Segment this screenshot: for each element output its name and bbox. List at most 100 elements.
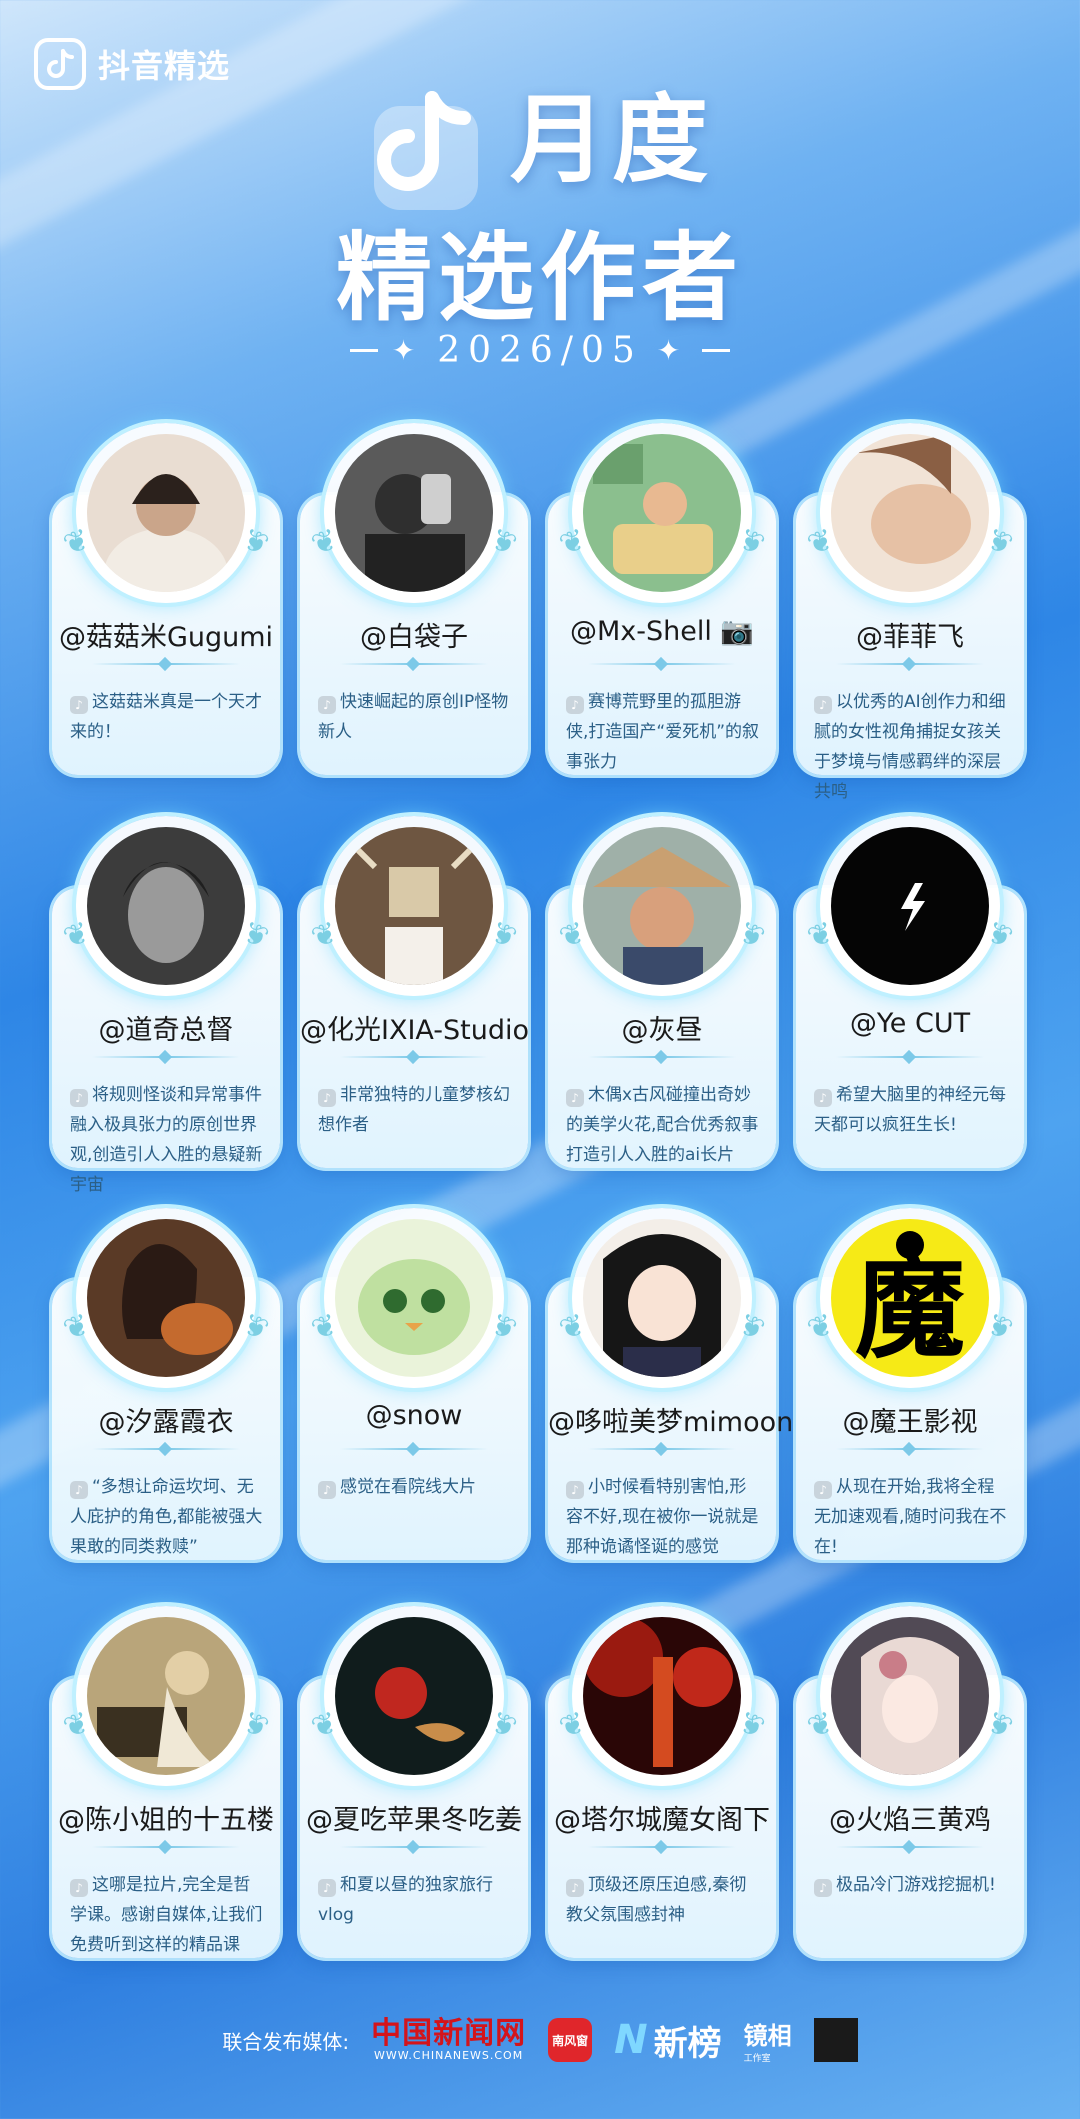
creator-name[interactable]: @Mx-Shell 📷 (548, 615, 776, 647)
avatar[interactable] (87, 1617, 245, 1775)
avatar[interactable] (87, 434, 245, 592)
divider-diamond-icon (901, 1441, 917, 1457)
avatar-frame: 魔 (820, 1208, 1000, 1388)
creator-card[interactable]: ❦ ❦ @道奇总督 ♪ 将规则怪谈和异常事件融入极具张力的原创世界观,创造引人入胜的悬疑… (52, 816, 280, 1195)
avatar-frame (572, 423, 752, 603)
creator-name[interactable]: @化光IXIA-Studio (300, 1008, 529, 1047)
douyin-small-icon: ♪ (814, 1481, 832, 1499)
avatar[interactable] (87, 1219, 245, 1377)
creator-name[interactable]: @snow (300, 1400, 528, 1431)
divider-diamond-icon (901, 656, 917, 672)
footer-label: 联合发布媒体: (222, 2029, 350, 2054)
creator-card[interactable]: ❦ ❦ @夏吃苹果冬吃姜 ♪ 和夏以昼的独家旅行vlog (300, 1606, 528, 1958)
avatar[interactable] (583, 434, 741, 592)
divider-diamond-icon (653, 1839, 669, 1855)
avatar[interactable] (335, 434, 493, 592)
creator-desc: ♪ 和夏以昼的独家旅行vlog (318, 1870, 514, 1930)
creator-card[interactable]: ❦ ❦ @菲菲飞 ♪ 以优秀的AI创作力和细腻的女性视角捕捉女孩关于梦境与情感羁绊的深层… (796, 423, 1024, 802)
divider-diamond-icon (405, 1441, 421, 1457)
avatar[interactable] (583, 1617, 741, 1775)
douyin-small-icon: ♪ (814, 1879, 832, 1897)
avatar-frame (76, 816, 256, 996)
avatar[interactable] (831, 827, 989, 985)
douyin-small-icon: ♪ (566, 1089, 584, 1107)
douyin-small-icon: ♪ (566, 1481, 584, 1499)
creator-card[interactable]: ❦ ❦ @Ye CUT ♪ 希望大脑里的神经元每天都可以疯狂生长! (796, 816, 1024, 1168)
divider-diamond-icon (405, 1839, 421, 1855)
douyin-small-icon: ♪ (318, 1089, 336, 1107)
avatar-frame (820, 423, 1000, 603)
creator-desc: ♪ 快速崛起的原创IP怪物新人 (318, 687, 514, 747)
creator-name[interactable]: @Ye CUT (796, 1008, 1024, 1039)
creator-card[interactable]: ❦ ❦ @化光IXIA-Studio ♪ 非常独特的儿童梦核幻想作者 (300, 816, 529, 1168)
creator-name[interactable]: @汐露霞衣 (52, 1400, 280, 1439)
brand-name: 抖音精选 (98, 47, 231, 85)
creator-name[interactable]: @陈小姐的十五楼 (52, 1798, 280, 1837)
creator-card[interactable]: ❦ ❦ @snow ♪ 感觉在看院线大片 (300, 1208, 528, 1560)
avatar-frame (572, 816, 752, 996)
avatar-frame (324, 1208, 504, 1388)
hero-title-line1: 月度 (510, 84, 714, 196)
creator-card[interactable]: ❦ ❦ @灰昼 ♪ 木偶x古风碰撞出奇妙的美学火花,配合优秀叙事打造引人入胜的ai长片 (548, 816, 776, 1170)
creator-card[interactable]: ❦ ❦ @火焰三黄鸡 ♪ 极品冷门游戏挖掘机! (796, 1606, 1024, 1958)
creator-desc: ♪ 这菇菇米真是一个天才来的！ (70, 687, 266, 747)
creator-name[interactable]: @夏吃苹果冬吃姜 (300, 1798, 528, 1837)
avatar[interactable] (583, 827, 741, 985)
creator-card[interactable]: ❦ ❦ @汐露霞衣 ♪ “多想让命运坎坷、无人庇护的角色,都能被强大果敢的同类救赎” (52, 1208, 280, 1560)
divider-diamond-icon (157, 1839, 173, 1855)
creator-name[interactable]: @道奇总督 (52, 1008, 280, 1047)
creator-desc-text: 顶级还原压迫感,秦彻教父氛围感封神 (566, 1875, 747, 1925)
creator-name[interactable]: @魔王影视 (796, 1400, 1024, 1439)
creator-desc: ♪ 木偶x古风碰撞出奇妙的美学火花,配合优秀叙事打造引人入胜的ai长片 (566, 1080, 762, 1170)
douyin-hero-logo-icon (374, 91, 478, 210)
avatar[interactable] (335, 827, 493, 985)
xinbang-logo: N 新榜 (614, 2017, 722, 2064)
avatar[interactable] (335, 1219, 493, 1377)
creator-desc: ♪ 希望大脑里的神经元每天都可以疯狂生长! (814, 1080, 1010, 1140)
creator-desc-text: 赛博荒野里的孤胆游侠,打造国产“爱死机”的叙事张力 (566, 692, 760, 772)
creator-name[interactable]: @火焰三黄鸡 (796, 1798, 1024, 1837)
douyin-small-icon: ♪ (318, 696, 336, 714)
avatar-frame (324, 816, 504, 996)
divider-diamond-icon (405, 1049, 421, 1065)
creator-card[interactable]: ❦ ❦ @塔尔城魔女阁下 ♪ 顶级还原压迫感,秦彻教父氛围感封神 (548, 1606, 776, 1958)
creator-card[interactable]: 魔 ❦ ❦ @魔王影视 ♪ 从现在开始,我将全程无加速观看,随时问我在不在! (796, 1208, 1024, 1562)
creator-name[interactable]: @菲菲飞 (796, 615, 1024, 654)
chinanews-logo: 中国新闻网 WWW.CHINANEWS.COM (371, 2015, 527, 2062)
creator-desc: ♪ 以优秀的AI创作力和细腻的女性视角捕捉女孩关于梦境与情感羁绊的深层共鸣 (814, 687, 1010, 807)
creator-card[interactable]: ❦ ❦ @哆啦美梦mimoon ♪ 小时候看特别害怕,形容不好,现在被你一说就是那种诡谲… (548, 1208, 793, 1560)
avatar[interactable] (831, 1617, 989, 1775)
douyin-logo-icon (34, 38, 86, 90)
creator-desc: ♪ 将规则怪谈和异常事件融入极具张力的原创世界观,创造引人入胜的悬疑新宇宙 (70, 1080, 266, 1200)
creator-card[interactable]: ❦ ❦ @陈小姐的十五楼 ♪ 这哪是拉片,完全是哲学课。感谢自媒体,让我们免费听到这样的… (52, 1606, 280, 1958)
avatar[interactable] (335, 1617, 493, 1775)
creator-name[interactable]: @菇菇米Gugumi (52, 615, 280, 654)
divider-diamond-icon (901, 1839, 917, 1855)
creator-desc: ♪ 感觉在看院线大片 (318, 1472, 514, 1502)
douyin-small-icon: ♪ (70, 1879, 88, 1897)
creator-name[interactable]: @塔尔城魔女阁下 (548, 1798, 776, 1837)
avatar[interactable]: 魔 (831, 1219, 989, 1377)
avatar-frame (572, 1606, 752, 1786)
creator-name[interactable]: @白袋子 (300, 615, 528, 654)
creator-name[interactable]: @灰昼 (548, 1008, 776, 1047)
avatar[interactable] (87, 827, 245, 985)
avatar[interactable] (583, 1219, 741, 1377)
divider-diamond-icon (157, 1049, 173, 1065)
avatar-frame (572, 1208, 752, 1388)
creator-desc-text: 极品冷门游戏挖掘机! (836, 1875, 996, 1895)
creator-desc-text: 将规则怪谈和异常事件融入极具张力的原创世界观,创造引人入胜的悬疑新宇宙 (70, 1085, 263, 1195)
creator-desc-text: 快速崛起的原创IP怪物新人 (318, 692, 509, 742)
douyin-small-icon: ♪ (318, 1879, 336, 1897)
creator-name[interactable]: @哆啦美梦mimoon (548, 1400, 793, 1439)
divider-diamond-icon (901, 1049, 917, 1065)
sparkle-icon: ✦ (656, 334, 689, 367)
creator-card[interactable]: ❦ ❦ @Mx-Shell 📷 ♪ 赛博荒野里的孤胆游侠,打造国产“爱死机”的叙事张力 (548, 423, 776, 775)
xinbang-mark-icon: N (614, 2017, 648, 2063)
creator-card[interactable]: ❦ ❦ @白袋子 ♪ 快速崛起的原创IP怪物新人 (300, 423, 528, 775)
creator-desc: ♪ 从现在开始,我将全程无加速观看,随时问我在不在! (814, 1472, 1010, 1562)
avatar[interactable] (831, 434, 989, 592)
creator-card[interactable]: ❦ ❦ @菇菇米Gugumi ♪ 这菇菇米真是一个天才来的！ (52, 423, 280, 775)
media-partners: 联合发布媒体: 中国新闻网 WWW.CHINANEWS.COM 南风窗 N 新榜… (0, 2010, 1080, 2070)
douyin-small-icon: ♪ (814, 1089, 832, 1107)
